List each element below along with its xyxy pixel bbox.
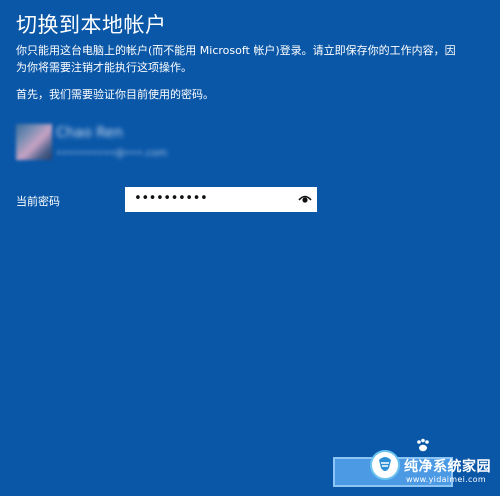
intro-text: 你只能用这台电脑上的帐户(而不能用 Microsoft 帐户)登录。请立即保存你… [16,42,476,76]
intro-line-2: 为你将需要注销才能执行这项操作。 [16,61,192,74]
watermark-url: www.yidaimei.com [406,475,486,484]
avatar [16,124,52,160]
watermark-logo: 纯净系统家园 www.yidaimei.com [370,438,498,494]
password-value[interactable]: •••••••••• [134,191,208,206]
watermark-text: 纯净系统家园 [404,459,491,475]
password-label: 当前密码 [16,195,60,208]
account-name: Chao Ren [56,125,123,141]
verify-instruction: 首先，我们需要验证你目前使用的密码。 [16,88,214,101]
intro-line-1: 你只能用这台电脑上的帐户(而不能用 Microsoft 帐户)登录。请立即保存你… [16,44,456,57]
paw-icon [415,438,431,454]
account-email: ••••••••••@•••.com [56,148,168,159]
account-info: Chao Ren ••••••••••@•••.com [16,122,256,164]
reveal-password-eye-icon[interactable] [297,192,313,206]
dialog-title: 切换到本地帐户 [16,13,167,37]
password-field[interactable]: •••••••••• [125,187,317,212]
watermark-badge-icon [370,450,400,480]
